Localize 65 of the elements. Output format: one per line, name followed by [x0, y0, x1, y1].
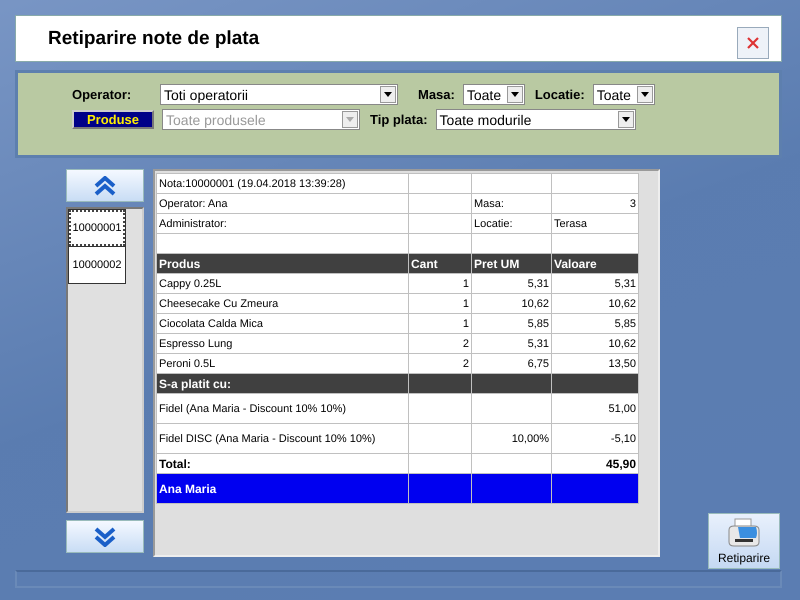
table-cell: 10,62: [608, 338, 636, 350]
table-cell: 5,31: [528, 278, 549, 290]
total-label: Total:: [159, 456, 191, 470]
column-header: Produs: [159, 256, 200, 270]
client-name: Ana Maria: [159, 482, 216, 496]
dropdown-arrow-icon: [346, 117, 354, 122]
close-button[interactable]: [737, 26, 769, 58]
table-cell: 5,85: [614, 318, 636, 330]
table-cell: 51,00: [608, 402, 636, 414]
section-header: S-a platit cu:: [159, 376, 232, 390]
tip-plata-label: Tip plata:: [370, 112, 428, 127]
operator-dropdown[interactable]: Toti operatorii: [160, 84, 398, 105]
locatie-label: Locatie:: [534, 87, 585, 102]
table-cell: 1: [462, 318, 469, 330]
table-cell: 6,75: [528, 358, 549, 370]
info-text: Nota:10000001 (19.04.2018 13:39:28): [159, 178, 346, 190]
dropdown-arrow-icon: [622, 117, 630, 122]
close-icon: [746, 36, 760, 50]
table-cell: 10,00%: [512, 432, 549, 444]
table-cell: 5,31: [528, 338, 549, 350]
table-cell: Peroni 0.5L: [159, 358, 216, 370]
table-cell: Cheesecake Cu Zmeura: [159, 298, 278, 310]
table-cell: Cappy 0.25L: [159, 278, 222, 290]
double-chevron-up-icon: [94, 176, 116, 196]
tip-plata-dropdown[interactable]: Toate modurile: [436, 109, 636, 130]
reprint-button[interactable]: Retiparire: [708, 513, 780, 569]
locatie-dropdown[interactable]: Toate: [592, 84, 655, 105]
total-value: 45,90: [606, 456, 636, 470]
column-header: Cant: [411, 256, 438, 270]
table-cell: -5,10: [610, 432, 636, 444]
table-cell: Ciocolata Calda Mica: [159, 318, 263, 330]
scroll-down-button[interactable]: [66, 520, 144, 553]
table-cell: 1: [462, 278, 469, 290]
table-cell: 2: [462, 338, 469, 350]
table-cell: 5,31: [614, 278, 636, 290]
printer-icon: [726, 518, 762, 548]
table-cell: 1: [462, 298, 469, 310]
table-cell: 10,62: [521, 298, 549, 310]
double-chevron-down-icon: [94, 526, 116, 546]
column-header: Pret UM: [474, 256, 520, 270]
column-header: Valoare: [554, 256, 597, 270]
info-text: Administrator:: [159, 218, 227, 230]
info-value: Terasa: [554, 218, 588, 230]
info-value: 3: [630, 198, 636, 210]
scroll-up-button[interactable]: [66, 169, 144, 202]
window-title: Retiparire note de plata: [48, 28, 260, 50]
info-label: Locatie:: [474, 218, 513, 230]
payment-method: Fidel (Ana Maria - Discount 10% 10%): [159, 402, 346, 414]
note-item[interactable]: 10000001: [68, 209, 126, 247]
dropdown-arrow-icon: [510, 92, 519, 97]
dropdown-arrow-icon: [384, 92, 392, 97]
note-item[interactable]: 10000002: [68, 246, 126, 284]
table-cell: 2: [462, 358, 469, 370]
dropdown-arrow-icon: [640, 92, 649, 97]
info-label: Masa:: [474, 198, 504, 210]
table-cell: 13,50: [608, 358, 636, 370]
table-cell: 10,62: [608, 298, 636, 310]
table-cell: Espresso Lung: [159, 338, 232, 350]
table-cell: 5,85: [528, 318, 549, 330]
payment-method: Fidel DISC (Ana Maria - Discount 10% 10%): [159, 432, 376, 444]
masa-dropdown[interactable]: Toate: [462, 84, 525, 105]
produse-button[interactable]: Produse: [72, 110, 154, 129]
masa-label: Masa:: [418, 87, 455, 102]
operator-label: Operator:: [72, 87, 132, 102]
info-text: Operator: Ana: [159, 198, 228, 210]
